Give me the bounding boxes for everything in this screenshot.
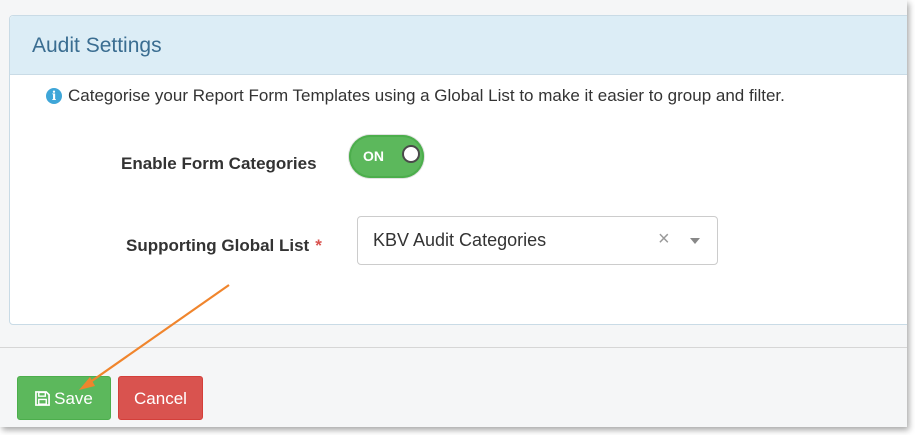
clear-selection-icon[interactable]: × — [658, 217, 670, 262]
footer-divider — [0, 347, 907, 348]
info-text: Categorise your Report Form Templates us… — [68, 86, 785, 105]
info-icon: i — [46, 88, 62, 104]
floppy-disk-icon — [35, 390, 51, 406]
info-message: i Categorise your Report Form Templates … — [46, 86, 785, 106]
panel-title: Audit Settings — [10, 16, 907, 75]
enable-categories-toggle[interactable]: ON — [349, 135, 424, 178]
global-list-select[interactable]: KBV Audit Categories × — [357, 216, 718, 265]
toggle-state-text: ON — [363, 148, 384, 164]
global-list-label: Supporting Global List — [126, 236, 310, 255]
global-list-label-group: Supporting Global List * — [126, 236, 322, 256]
enable-categories-label: Enable Form Categories — [121, 154, 317, 173]
save-button[interactable]: Save — [17, 376, 111, 420]
save-button-label: Save — [54, 389, 93, 408]
required-asterisk: * — [315, 236, 322, 255]
cancel-button[interactable]: Cancel — [118, 376, 203, 420]
chevron-down-icon[interactable] — [690, 238, 700, 244]
dialog-frame: Audit Settings i Categorise your Report … — [0, 0, 907, 427]
toggle-knob — [402, 145, 420, 163]
global-list-selected-value: KBV Audit Categories — [373, 230, 547, 250]
